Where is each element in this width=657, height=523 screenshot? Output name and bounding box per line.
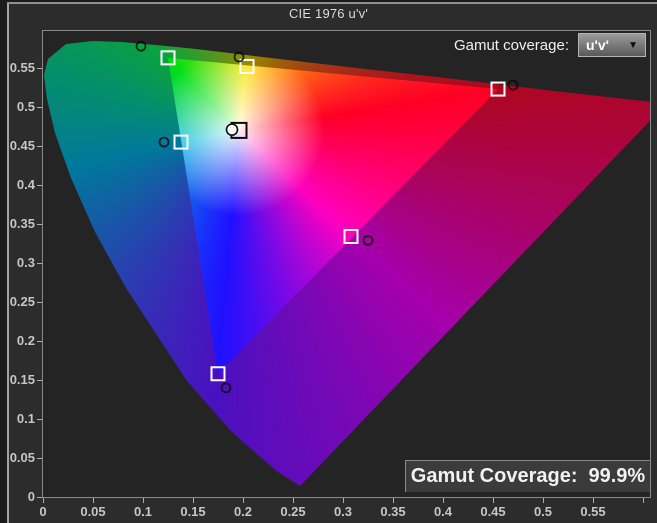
y-tick	[37, 340, 42, 342]
x-tick	[492, 498, 494, 503]
target-marker-magenta	[343, 228, 359, 244]
x-tick-label: 0.35	[380, 504, 406, 519]
y-tick	[37, 67, 42, 69]
x-tick	[592, 498, 594, 503]
measured-marker-cyan	[158, 136, 170, 148]
target-marker-green	[160, 50, 176, 66]
panel-border-top	[7, 2, 657, 4]
measured-marker-green	[135, 40, 147, 52]
measured-marker-magenta	[362, 234, 374, 246]
x-tick-label: 0.15	[180, 504, 206, 519]
y-tick-label: 0.15	[9, 372, 35, 387]
y-tick-label: 0.5	[16, 99, 35, 114]
y-tick-label: 0.3	[16, 255, 35, 270]
y-tick-label: 0.4	[16, 177, 35, 192]
x-tick	[542, 498, 544, 503]
x-tick	[292, 498, 294, 503]
x-tick	[392, 498, 394, 503]
x-tick-label: 0.55	[580, 504, 606, 519]
gamut-coverage-readout: Gamut Coverage: 99.9%	[405, 460, 650, 492]
target-marker-red	[490, 81, 506, 97]
chromaticity-plot-area: Gamut coverage: u'v' ▼ Gamut Coverage: 9…	[42, 30, 651, 498]
y-tick	[37, 457, 42, 459]
y-tick-label: 0.35	[9, 216, 35, 231]
chart-title: CIE 1976 u'v'	[288, 6, 369, 21]
x-tick	[92, 498, 94, 503]
x-tick	[142, 498, 144, 503]
measured-marker-white	[225, 123, 239, 136]
measured-marker-yellow	[233, 51, 245, 63]
gamut-coverage-readout-label: Gamut Coverage:	[410, 465, 578, 487]
x-tick	[42, 498, 44, 503]
y-tick	[37, 184, 42, 186]
x-tick-label: 0.5	[533, 504, 553, 519]
gamut-coverage-readout-value: 99.9%	[588, 465, 646, 487]
x-tick-label: 0.05	[80, 504, 106, 519]
gamut-coverage-selected-value: u'v'	[586, 37, 609, 53]
y-tick	[37, 106, 42, 108]
x-tick-label: 0	[39, 504, 47, 519]
y-tick	[37, 496, 42, 498]
y-tick	[37, 145, 42, 147]
target-marker-yellow	[239, 58, 255, 74]
x-tick	[342, 498, 344, 503]
x-tick	[242, 498, 244, 503]
target-marker-blue	[210, 366, 226, 382]
y-tick	[37, 379, 42, 381]
y-tick	[37, 418, 42, 420]
y-tick-label: 0.25	[9, 294, 35, 309]
y-tick-label: 0.1	[16, 411, 35, 426]
x-tick-label: 0.45	[480, 504, 506, 519]
cie-chart-widget: CIE 1976 u'v' Gamut coverage: u'v' ▼ Gam…	[0, 0, 657, 523]
y-tick	[37, 301, 42, 303]
x-tick	[642, 498, 644, 503]
gamut-coverage-select[interactable]: u'v' ▼	[578, 33, 646, 57]
x-tick-label: 0.25	[280, 504, 306, 519]
measured-marker-blue	[220, 382, 232, 394]
x-tick	[192, 498, 194, 503]
gamut-coverage-dropdown-label: Gamut coverage:	[453, 36, 569, 54]
y-tick	[37, 262, 42, 264]
x-tick	[442, 498, 444, 503]
y-tick-label: 0.2	[16, 333, 35, 348]
chevron-down-icon: ▼	[628, 39, 638, 51]
measured-marker-red	[507, 79, 519, 91]
y-tick-label: 0.05	[9, 450, 35, 465]
x-tick-label: 0.3	[333, 504, 353, 519]
x-tick-label: 0.4	[433, 504, 453, 519]
measurement-markers	[135, 40, 519, 394]
y-tick-label: 0.55	[9, 60, 35, 75]
y-tick	[37, 223, 42, 225]
x-tick-label: 0.2	[233, 504, 253, 519]
target-marker-cyan	[173, 134, 189, 150]
y-tick-label: 0	[27, 489, 35, 504]
y-tick-label: 0.45	[9, 138, 35, 153]
x-tick-label: 0.1	[133, 504, 153, 519]
